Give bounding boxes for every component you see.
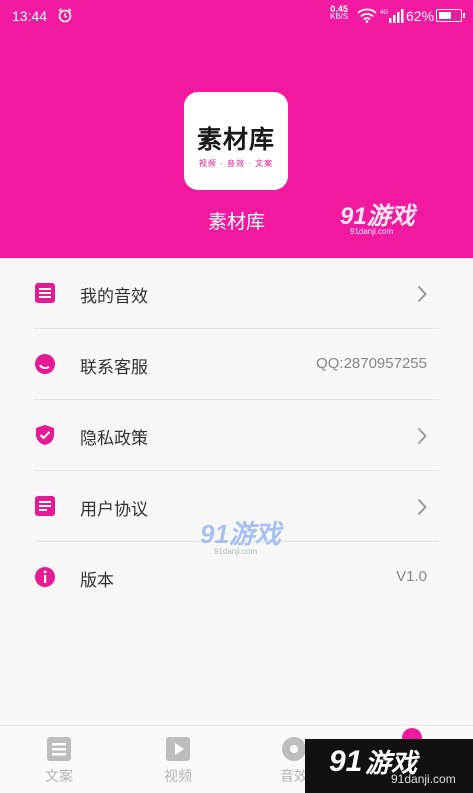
menu-item-my-sounds[interactable]: 我的音效 (34, 258, 439, 329)
video-icon (165, 736, 191, 762)
tab-copywriting[interactable]: 文案 (29, 736, 89, 786)
status-time: 13:44 (12, 8, 48, 24)
copywriting-icon (46, 736, 72, 762)
watermark-logo: 91游戏 91danji.com (340, 196, 415, 236)
wifi-icon (357, 8, 377, 26)
watermark-url: 91danji.com (391, 772, 456, 786)
logo-subtitle: 视频 · 音效 · 文案 (198, 159, 274, 168)
logo-title: 素材库 (196, 125, 275, 154)
menu-item-customer-service[interactable]: 联系客服 QQ:2870957255 (34, 329, 439, 400)
watermark-logo-center: 91游戏 91danji.com (200, 514, 281, 556)
watermark-brand: 91游戏 (340, 203, 415, 230)
settings-menu: 我的音效 联系客服 QQ:2870957255 隐私政策 用户协议 版本 V1.… (0, 258, 473, 613)
signal-icon: 4G (380, 8, 404, 26)
menu-label: 隐私政策 (80, 429, 148, 448)
menu-label: 联系客服 (80, 358, 148, 377)
sound-icon (281, 736, 307, 762)
document-icon (34, 495, 56, 517)
tab-label: 音效 (280, 768, 308, 784)
watermark-brand: 91游戏 (200, 519, 281, 549)
network-speed: 0.45 KB/S (330, 5, 348, 21)
menu-label: 用户协议 (80, 500, 148, 519)
audio-list-icon (34, 282, 56, 304)
chevron-right-icon (417, 427, 427, 445)
shield-icon (34, 424, 56, 446)
battery-icon (436, 9, 465, 22)
tab-video[interactable]: 视频 (148, 736, 208, 786)
alarm-icon (57, 7, 73, 26)
menu-label: 版本 (80, 571, 114, 590)
network-speed-unit: KB/S (330, 12, 349, 21)
battery-percent: 62% (406, 8, 435, 24)
network-type-label: 4G (380, 10, 388, 16)
app-logo: 素材库 视频 · 音效 · 文案 (184, 92, 288, 190)
customer-service-icon (34, 353, 56, 375)
chevron-right-icon (417, 285, 427, 303)
menu-label: 我的音效 (80, 287, 148, 306)
watermark-corner: 91 游戏 91danji.com (305, 739, 473, 793)
chevron-right-icon (417, 498, 427, 516)
menu-item-privacy-policy[interactable]: 隐私政策 (34, 400, 439, 471)
status-bar: 13:44 0.45 KB/S 4G 62% (0, 0, 473, 32)
battery-fill (439, 12, 451, 19)
tab-label: 文案 (45, 768, 73, 784)
qq-number: QQ:2870957255 (316, 355, 427, 372)
version-value: V1.0 (396, 568, 427, 585)
watermark-mark: 91 (329, 745, 363, 778)
info-icon (34, 566, 56, 588)
tab-label: 视频 (164, 768, 192, 784)
